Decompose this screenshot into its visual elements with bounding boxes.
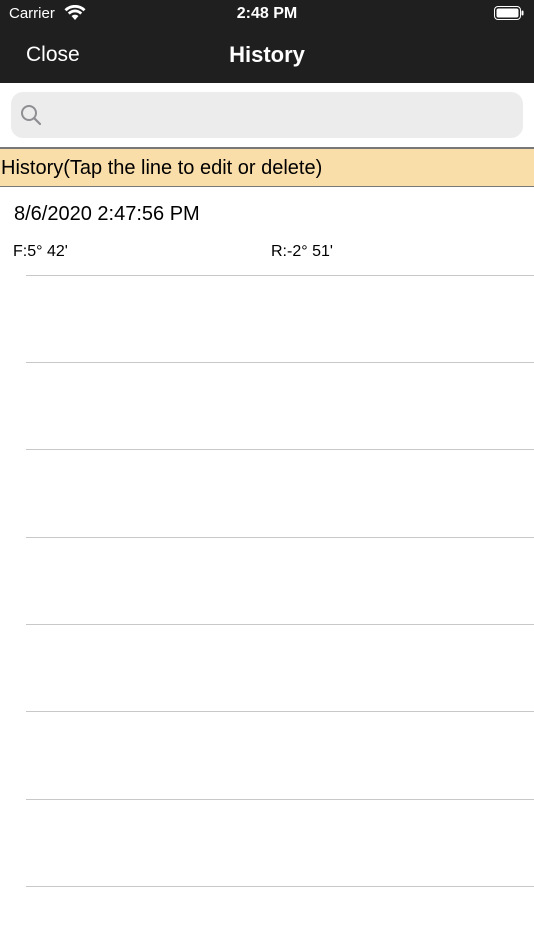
navigation-bar: Close History bbox=[0, 28, 534, 83]
entry-rear-value: R:-2° 51' bbox=[271, 243, 333, 260]
search-icon bbox=[21, 105, 42, 126]
row-separator bbox=[26, 886, 534, 887]
row-separator bbox=[26, 537, 534, 538]
status-bar: Carrier 2:48 PM bbox=[0, 0, 534, 28]
search-bar bbox=[0, 83, 534, 147]
search-input[interactable] bbox=[51, 92, 515, 140]
history-row[interactable]: 8/6/2020 2:47:56 PM F:5° 42' R:-2° 51' bbox=[0, 188, 534, 276]
battery-icon bbox=[494, 6, 524, 20]
page-title: History bbox=[229, 42, 305, 67]
top-bar: Carrier 2:48 PM Close History bbox=[0, 0, 534, 83]
history-section-header: History(Tap the line to edit or delete) bbox=[0, 147, 534, 187]
row-separator bbox=[26, 362, 534, 363]
row-separator bbox=[26, 711, 534, 712]
row-separator bbox=[26, 624, 534, 625]
status-time: 2:48 PM bbox=[236, 5, 298, 22]
entry-front-value: F:5° 42' bbox=[13, 243, 68, 260]
search-box[interactable] bbox=[11, 92, 523, 140]
row-separator bbox=[26, 799, 534, 800]
row-separator bbox=[26, 449, 534, 450]
entry-datetime: 8/6/2020 2:47:56 PM bbox=[14, 203, 200, 225]
row-separator bbox=[26, 275, 534, 276]
section-header-label: History(Tap the line to edit or delete) bbox=[1, 157, 323, 179]
